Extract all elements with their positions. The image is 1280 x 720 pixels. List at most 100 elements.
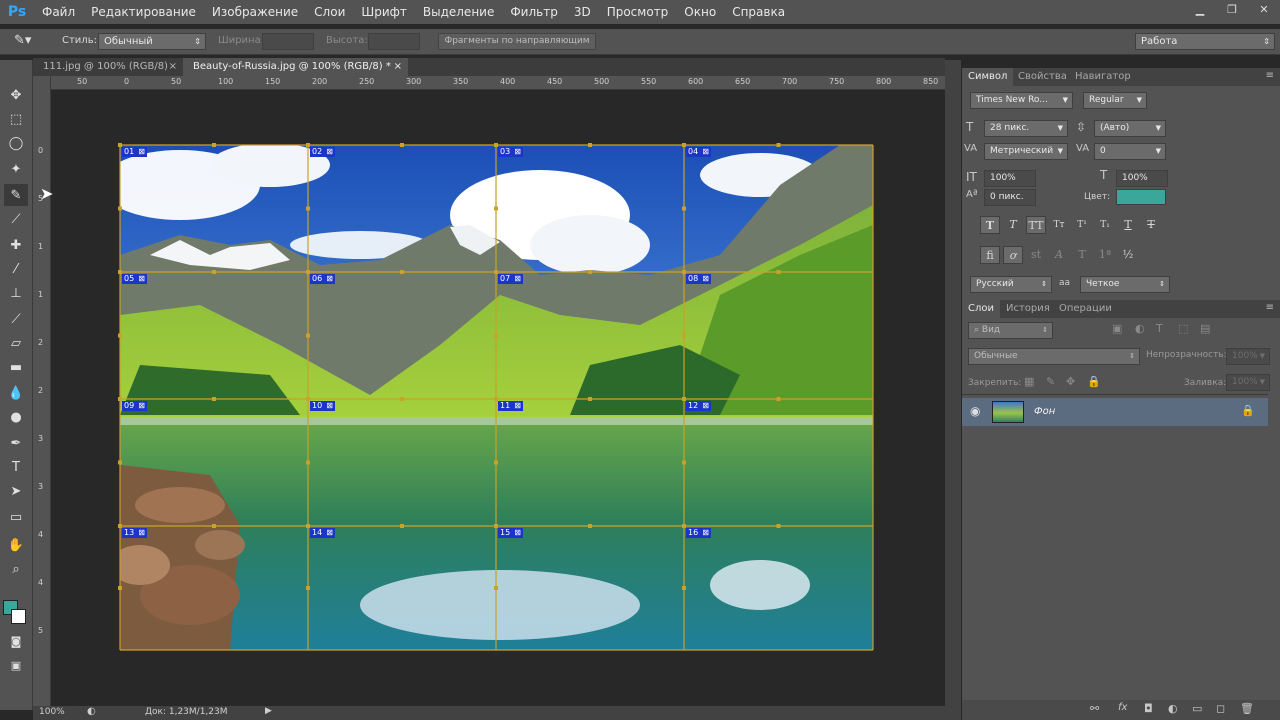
slice-handle	[400, 397, 404, 401]
tab-navigator[interactable]: Навигатор	[1069, 68, 1137, 86]
fx-icon[interactable]: fx	[1118, 702, 1127, 713]
lock-transparency-icon[interactable]: ▦	[1024, 375, 1034, 388]
zoom-level[interactable]: 100%	[39, 707, 65, 717]
slice-number-badge[interactable]: 08	[686, 274, 711, 284]
new-group-icon[interactable]: ▭	[1192, 702, 1202, 715]
antialias-icon: aa	[1059, 278, 1071, 288]
font-family-select[interactable]: Times New Ro... ▼	[970, 92, 1073, 109]
font-family-value: Times New Ro...	[976, 95, 1048, 105]
superscript-button[interactable]: T¹	[1072, 216, 1092, 234]
opacity-input[interactable]: 100% ▼	[1226, 348, 1270, 365]
slice-handle	[212, 524, 216, 528]
slice-number-badge[interactable]: 05	[122, 274, 147, 284]
lock-all-icon[interactable]: 🔒	[1087, 375, 1101, 388]
trash-icon[interactable]: 🗑	[1240, 702, 1254, 715]
subscript-button[interactable]: T₁	[1095, 216, 1115, 234]
fill-input[interactable]: 100% ▼	[1226, 374, 1270, 391]
slice-number-badge[interactable]: 10	[310, 401, 335, 411]
layer-mask-icon[interactable]: ◘	[1144, 702, 1153, 715]
swash-button[interactable]: st	[1026, 246, 1046, 264]
character-panel-tabs: Символ Свойства Навигатор ≡	[962, 68, 1280, 86]
old-style-button[interactable]: ơ	[1003, 246, 1023, 264]
slice-number-badge[interactable]: 15	[498, 528, 523, 538]
adjustment-filter-icon[interactable]: ◐	[1135, 322, 1145, 335]
eye-icon[interactable]: ◉	[970, 404, 980, 418]
slice-handle	[212, 270, 216, 274]
status-menu-arrow-icon[interactable]: ▶	[265, 706, 272, 716]
slice-number-badge[interactable]: 16	[686, 528, 711, 538]
slice-handle	[212, 143, 216, 147]
faux-italic-button[interactable]: T	[1003, 216, 1023, 234]
tracking-select[interactable]: 0 ▼	[1094, 143, 1166, 160]
lock-position-icon[interactable]: ✥	[1066, 375, 1075, 388]
slice-number-badge[interactable]: 06	[310, 274, 335, 284]
tab-character[interactable]: Символ	[962, 68, 1014, 86]
slice-number-badge[interactable]: 03	[498, 147, 523, 157]
small-caps-button[interactable]: Tт	[1049, 216, 1069, 234]
new-layer-icon[interactable]: ◻	[1216, 702, 1225, 715]
horizontal-scale-input[interactable]: 100%	[1116, 170, 1168, 187]
slice-number-badge[interactable]: 13	[122, 528, 147, 538]
chevron-down-icon: ▼	[1057, 147, 1063, 155]
all-caps-button[interactable]: TT	[1026, 216, 1046, 234]
faux-bold-button[interactable]: T	[980, 216, 1000, 234]
layer-filter-select[interactable]: ⌕ Вид ⇕	[968, 322, 1053, 339]
vertical-scale-input[interactable]: 100%	[984, 170, 1036, 187]
color-label: Цвет:	[1084, 192, 1111, 202]
underline-button[interactable]: T	[1118, 216, 1138, 234]
fill-value: 100%	[1232, 377, 1258, 387]
chevron-updown-icon: ⇕	[1129, 352, 1135, 360]
ordinals-button[interactable]: 1ª	[1095, 246, 1115, 264]
slice-number-badge[interactable]: 01	[122, 147, 147, 157]
tab-actions[interactable]: Операции	[1053, 300, 1118, 318]
shape-filter-icon[interactable]: ⬚	[1178, 322, 1188, 335]
layers-footer: ⚯ fx ◘ ◐ ▭ ◻ 🗑	[962, 700, 1280, 720]
tab-layers[interactable]: Слои	[962, 300, 1000, 318]
document-size: Док: 1,23M/1,23M	[145, 707, 228, 717]
slice-number-badge[interactable]: 11	[498, 401, 523, 411]
kerning-select[interactable]: Метрический ▼	[984, 143, 1068, 160]
lock-pixels-icon[interactable]: ✎	[1046, 375, 1055, 388]
minimize-icon[interactable]: ▁	[1184, 0, 1216, 18]
slice-number-badge[interactable]: 07	[498, 274, 523, 284]
slice-number-badge[interactable]: 02	[310, 147, 335, 157]
search-icon: ⌕	[974, 325, 982, 335]
slice-number-badge[interactable]: 09	[122, 401, 147, 411]
fractions-button[interactable]: ½	[1118, 246, 1138, 264]
leading-select[interactable]: (Авто) ▼	[1094, 120, 1166, 137]
panel-menu-icon[interactable]: ≡	[1266, 70, 1274, 81]
font-style-select[interactable]: Regular ▼	[1083, 92, 1147, 109]
layer-row-background[interactable]: ◉ Фон 🔒	[962, 398, 1268, 426]
text-color-swatch[interactable]	[1116, 189, 1166, 205]
strikethrough-button[interactable]: T	[1141, 216, 1161, 234]
window-controls: ▁ ❐ ✕	[1184, 0, 1280, 18]
link-layers-icon[interactable]: ⚯	[1090, 702, 1099, 715]
slice-number-badge[interactable]: 14	[310, 528, 335, 538]
layer-filter-value: Вид	[981, 325, 1001, 335]
panel-menu-icon[interactable]: ≡	[1266, 302, 1274, 313]
antialias-select[interactable]: Четкое ⇕	[1080, 276, 1170, 293]
blend-mode-select[interactable]: Обычные ⇕	[968, 348, 1140, 365]
close-icon[interactable]: ✕	[1248, 0, 1280, 18]
smart-object-filter-icon[interactable]: ▤	[1200, 322, 1210, 335]
slice-number-badge[interactable]: 04	[686, 147, 711, 157]
font-size-select[interactable]: 28 пикс. ▼	[984, 120, 1068, 137]
titling-alternates-button[interactable]: T	[1072, 246, 1092, 264]
tab-properties[interactable]: Свойства	[1012, 68, 1073, 86]
type-filter-icon[interactable]: T	[1156, 322, 1163, 335]
slice-number-badge[interactable]: 12	[686, 401, 711, 411]
tracking-value: 0	[1100, 146, 1106, 156]
chevron-down-icon: ▼	[1259, 378, 1265, 386]
workspace-select[interactable]: Работа ⇕	[1135, 33, 1275, 50]
tab-history[interactable]: История	[1000, 300, 1056, 318]
stylistic-alternates-button[interactable]: A	[1049, 246, 1069, 264]
restore-icon[interactable]: ❐	[1216, 0, 1248, 18]
adjustment-layer-icon[interactable]: ◐	[1168, 702, 1178, 715]
fill-label: Заливка:	[1184, 378, 1227, 388]
status-info-icon[interactable]: ◐	[87, 706, 96, 717]
slice-handle	[682, 333, 686, 338]
ligatures-button[interactable]: ﬁ	[980, 246, 1000, 264]
language-select[interactable]: Русский ⇕	[970, 276, 1052, 293]
pixel-filter-icon[interactable]: ▣	[1112, 322, 1122, 335]
baseline-shift-input[interactable]: 0 пикс.	[984, 189, 1036, 206]
